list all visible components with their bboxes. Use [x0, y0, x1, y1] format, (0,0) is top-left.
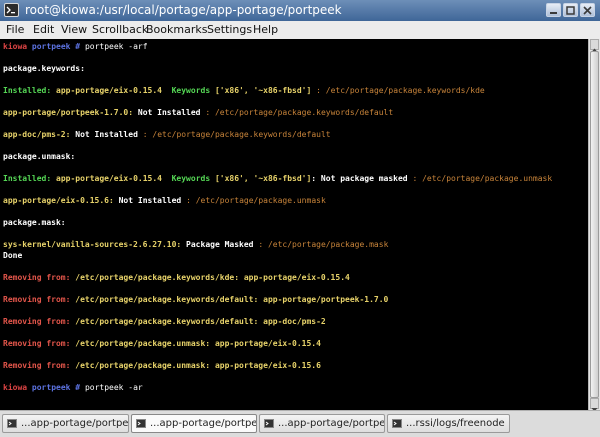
terminal-tab-icon	[392, 419, 402, 428]
minimize-button[interactable]	[546, 3, 561, 17]
terminal-tab-icon	[7, 419, 17, 428]
removing-line: Removing from: /etc/portage/package.keyw…	[3, 273, 350, 282]
konsole-window: root@kiowa:/usr/local/portage/app-portag…	[0, 0, 600, 437]
session-tab[interactable]: ...rssi/logs/freenode	[387, 414, 510, 433]
output-line: app-portage/eix-0.15.6: Not Installed : …	[3, 196, 326, 205]
menu-file[interactable]: File	[6, 21, 24, 39]
prompt-symbol: #	[75, 42, 81, 51]
vertical-scrollbar[interactable]	[588, 39, 600, 412]
menu-bar: File Edit View Scrollback Bookmarks Sett…	[0, 21, 600, 40]
output-line: sys-kernel/vanilla-sources-2.6.27.10: Pa…	[3, 240, 389, 249]
terminal-app-icon[interactable]	[4, 3, 19, 17]
terminal-tab-icon	[136, 419, 146, 428]
close-button[interactable]	[580, 3, 595, 17]
menu-settings[interactable]: Settings	[207, 21, 252, 39]
session-tab-bar: ...app-portage/portpeek ...app-portage/p…	[0, 410, 600, 437]
menu-help[interactable]: Help	[253, 21, 278, 39]
removing-line: Removing from: /etc/portage/package.unma…	[3, 339, 321, 348]
prompt-host: kiowa	[3, 383, 28, 392]
session-tab[interactable]: ...app-portage/portpeek	[131, 414, 257, 433]
session-tab[interactable]: ...app-portage/portpeek	[259, 414, 385, 433]
output-line: Installed: app-portage/eix-0.15.4 Keywor…	[3, 86, 485, 95]
output-line: app-portage/portpeek-1.7.0: Not Installe…	[3, 108, 394, 117]
section-header: package.mask:	[3, 218, 66, 227]
command-text: portpeek -arf	[84, 42, 148, 51]
terminal-output[interactable]: kiowa portpeek # portpeek -arf package.k…	[0, 39, 588, 410]
menu-view[interactable]: View	[61, 21, 87, 39]
done-text: Done	[3, 251, 23, 260]
section-header: package.unmask:	[3, 152, 76, 161]
output-line: app-doc/pms-2: Not Installed : /etc/port…	[3, 130, 331, 139]
session-tab[interactable]: ...app-portage/portpeek	[2, 414, 129, 433]
prompt-dir: portpeek	[31, 383, 71, 392]
scroll-down-button[interactable]	[590, 398, 599, 412]
title-bar[interactable]: root@kiowa:/usr/local/portage/app-portag…	[0, 0, 600, 21]
output-line: Installed: app-portage/eix-0.15.4 Keywor…	[3, 174, 553, 183]
menu-edit[interactable]: Edit	[33, 21, 54, 39]
removing-line: Removing from: /etc/portage/package.unma…	[3, 361, 321, 370]
prompt-dir: portpeek	[31, 42, 71, 51]
section-header: package.keywords:	[3, 64, 85, 73]
minimize-icon	[550, 12, 557, 14]
close-icon	[583, 6, 592, 15]
prompt-host: kiowa	[3, 42, 28, 51]
prompt-line-2: kiowa portpeek # portpeek -ar	[3, 382, 143, 393]
command-text: portpeek -ar	[84, 383, 143, 392]
window-title: root@kiowa:/usr/local/portage/app-portag…	[25, 3, 342, 17]
prompt-symbol: #	[75, 383, 81, 392]
menu-bookmarks[interactable]: Bookmarks	[146, 21, 207, 39]
scroll-up-button[interactable]	[590, 39, 599, 52]
removing-line: Removing from: /etc/portage/package.keyw…	[3, 317, 326, 326]
maximize-icon	[566, 6, 575, 15]
scrollbar-thumb[interactable]	[590, 51, 599, 398]
menu-scrollback[interactable]: Scrollback	[92, 21, 148, 39]
maximize-button[interactable]	[563, 3, 578, 17]
prompt-line-1: kiowa portpeek # portpeek -arf	[3, 41, 148, 52]
terminal-tab-icon	[264, 419, 274, 428]
removing-line: Removing from: /etc/portage/package.keyw…	[3, 295, 389, 304]
